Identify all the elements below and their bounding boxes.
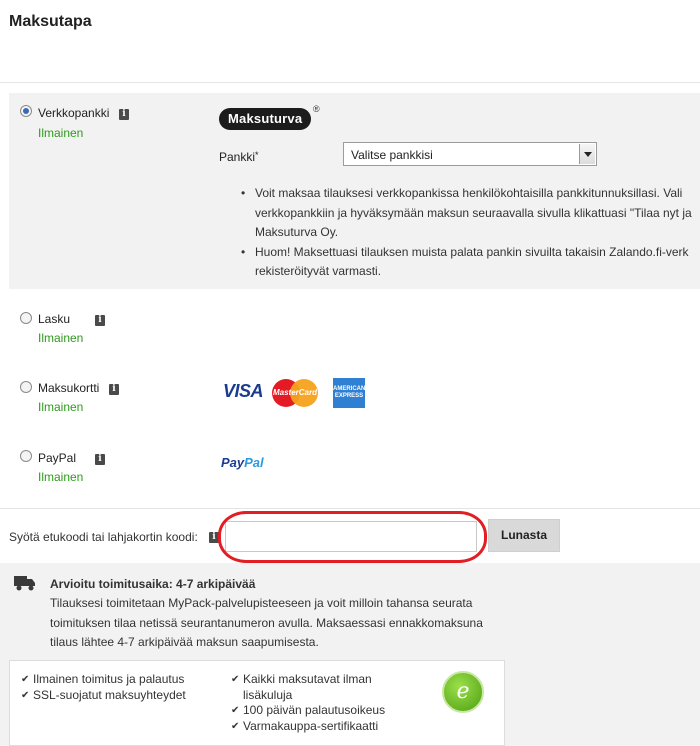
info-icon[interactable]: i <box>109 384 119 395</box>
bank-note-line: Maksuturva Oy. <box>255 225 339 239</box>
bank-label-text: Pankki <box>219 150 256 164</box>
paypal-logo-part: Pay <box>221 455 245 470</box>
bank-note-line: verkkopankkiin ja hyväksymään maksun seu… <box>255 205 692 220</box>
info-icon[interactable]: i <box>95 454 105 465</box>
bank-note-line: Voit maksaa tilauksesi verkkopankissa he… <box>255 186 683 200</box>
divider <box>0 82 700 83</box>
payment-price-label: Ilmainen <box>38 331 84 345</box>
required-mark: * <box>255 150 259 160</box>
mastercard-logo-text: MasterCard <box>272 388 317 397</box>
bank-note-line: rekisteröityvät varmasti. <box>255 264 382 278</box>
info-icon[interactable]: i <box>95 315 105 326</box>
ecommerce-seal-icon: e <box>442 671 484 713</box>
bank-select[interactable]: Valitse pankkisi <box>343 142 597 166</box>
payment-method-label[interactable]: Maksukortti <box>38 381 99 395</box>
benefits-list: Kaikki maksutavat ilman lisäkuluja 100 p… <box>231 672 401 734</box>
benefit-item: SSL-suojatut maksuyhteydet <box>21 688 186 704</box>
bank-select-value: Valitse pankkisi <box>351 148 433 162</box>
paypal-logo: PayPal <box>221 455 264 470</box>
bank-note-line: Huom! Maksettuasi tilauksen muista palat… <box>255 244 689 259</box>
benefits-list: Ilmainen toimitus ja palautus SSL-suojat… <box>21 672 186 703</box>
bank-label: Pankki* <box>219 150 259 164</box>
radio-paypal[interactable] <box>20 450 32 462</box>
delivery-time-title: Arvioitu toimitusaika: 4-7 arkipäivää <box>50 577 256 591</box>
benefits-box: Ilmainen toimitus ja palautus SSL-suojat… <box>9 660 505 746</box>
benefit-item: Ilmainen toimitus ja palautus <box>21 672 186 688</box>
amex-logo: AMERICAN EXPRESS <box>333 378 365 408</box>
payment-method-label[interactable]: Lasku <box>38 312 70 326</box>
benefit-item: Kaikki maksutavat ilman lisäkuluja <box>231 672 401 703</box>
mastercard-logo: MasterCard <box>272 379 318 407</box>
benefit-item: Varmakauppa-sertifikaatti <box>231 719 401 735</box>
payment-price-label: Ilmainen <box>38 470 84 484</box>
page-title: Maksutapa <box>9 13 92 30</box>
radio-verkkopankki[interactable] <box>20 105 32 117</box>
delivery-description: Tilauksesi toimitetaan MyPack-palvelupis… <box>50 596 483 649</box>
maksuturva-logo: Maksuturva <box>219 108 312 130</box>
redeem-button[interactable]: Lunasta <box>488 519 560 552</box>
payment-price-label: Ilmainen <box>38 126 84 140</box>
highlight-annotation <box>218 511 487 563</box>
bank-note-item: Huom! Maksettuasi tilauksen muista palat… <box>241 243 700 282</box>
bank-note-item: Voit maksaa tilauksesi verkkopankissa he… <box>241 184 700 243</box>
bank-notes: Voit maksaa tilauksesi verkkopankissa he… <box>241 184 700 282</box>
info-icon[interactable]: i <box>119 109 129 120</box>
radio-maksukortti[interactable] <box>20 381 32 393</box>
payment-method-label[interactable]: Verkkopankki <box>38 106 109 120</box>
truck-icon <box>14 576 35 591</box>
visa-logo: VISA <box>223 381 264 401</box>
coupon-label: Syötä etukoodi tai lahjakortin koodi: <box>9 530 198 544</box>
payment-price-label: Ilmainen <box>38 400 84 414</box>
registered-mark: ® <box>313 104 320 114</box>
radio-lasku[interactable] <box>20 312 32 324</box>
benefit-item: 100 päivän palautusoikeus <box>231 703 401 719</box>
paypal-logo-part: Pal <box>244 455 264 470</box>
divider <box>0 508 700 509</box>
payment-method-label[interactable]: PayPal <box>38 451 76 465</box>
chevron-down-icon[interactable] <box>579 144 595 164</box>
